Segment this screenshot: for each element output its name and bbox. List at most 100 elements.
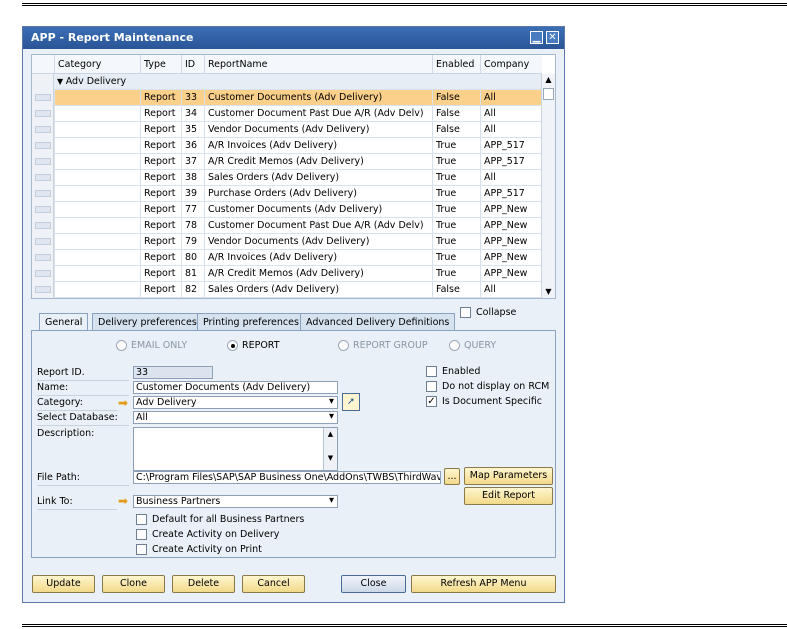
col-category[interactable]: Category — [54, 55, 140, 73]
tab-delivery-preferences[interactable]: Delivery preferences — [92, 313, 203, 331]
grid-header: Category Type ID ReportName Enabled Comp… — [32, 55, 542, 74]
map-parameters-button[interactable]: Map Parameters — [464, 467, 553, 485]
row-header[interactable] — [32, 90, 54, 106]
row-header[interactable] — [32, 234, 54, 250]
description-textarea[interactable]: ▲ ▼ — [133, 427, 338, 471]
cell-name: A/R Invoices (Adv Delivery) — [204, 250, 432, 266]
collapse-label: Collapse — [476, 307, 517, 318]
update-button[interactable]: Update — [32, 575, 95, 593]
activity-print-checkbox[interactable]: Create Activity on Print — [136, 544, 262, 555]
group-row[interactable]: ▼ Adv Delivery — [32, 74, 542, 90]
database-select[interactable]: All — [133, 411, 338, 424]
category-label: Category: — [37, 397, 83, 408]
cell-name: A/R Invoices (Adv Delivery) — [204, 138, 432, 154]
close-icon[interactable]: ✕ — [546, 31, 559, 44]
table-row[interactable]: Report 77 Customer Documents (Adv Delivery… — [32, 202, 542, 218]
cell-id: 78 — [181, 218, 204, 234]
row-header[interactable] — [32, 266, 54, 282]
cell-id: 38 — [181, 170, 204, 186]
radio-report-group[interactable]: REPORT GROUP — [338, 340, 428, 351]
clone-button[interactable]: Clone — [102, 575, 165, 593]
table-row[interactable]: Report 39 Purchase Orders (Adv Delivery) Tr… — [32, 186, 542, 202]
delete-button[interactable]: Delete — [172, 575, 235, 593]
file-path-field[interactable]: C:\Program Files\SAP\SAP Business One\Ad… — [133, 471, 441, 484]
cell-type: Report — [140, 170, 181, 186]
cell-category — [54, 106, 140, 122]
name-field[interactable]: Customer Documents (Adv Delivery) — [133, 381, 338, 394]
description-scrollbar[interactable]: ▲ ▼ — [323, 428, 337, 470]
table-row[interactable]: Report 33 Customer Documents (Adv Delivery… — [32, 90, 542, 106]
row-header[interactable] — [32, 170, 54, 186]
cell-company: APP_New — [480, 250, 542, 266]
table-row[interactable]: Report 38 Sales Orders (Adv Delivery) True A… — [32, 170, 542, 186]
row-header[interactable] — [32, 138, 54, 154]
cell-type: Report — [140, 202, 181, 218]
category-link-arrow-icon[interactable]: ➡ — [118, 397, 132, 409]
cell-enabled: False — [432, 106, 480, 122]
report-id-label: Report ID. — [37, 367, 85, 378]
cell-company: APP_New — [480, 234, 542, 250]
scroll-down-icon[interactable]: ▼ — [542, 287, 555, 296]
expand-triangle-icon[interactable]: ▼ — [57, 77, 66, 86]
cell-id: 79 — [181, 234, 204, 250]
doc-specific-checkbox[interactable]: ✓ Is Document Specific — [426, 396, 542, 407]
row-header[interactable] — [32, 282, 54, 298]
link-to-select[interactable]: Business Partners — [133, 495, 338, 508]
col-company[interactable]: Company — [480, 55, 542, 73]
browse-button[interactable]: ... — [444, 468, 460, 485]
grid-scrollbar[interactable]: ▲ ▼ — [541, 74, 555, 298]
collapse-box[interactable] — [460, 307, 471, 318]
row-header[interactable] — [32, 74, 54, 90]
table-row[interactable]: Report 35 Vendor Documents (Adv Delivery) F… — [32, 122, 542, 138]
col-enabled[interactable]: Enabled — [432, 55, 480, 73]
row-header[interactable] — [32, 106, 54, 122]
col-id[interactable]: ID — [181, 55, 204, 73]
top-rule — [22, 3, 787, 6]
minimize-icon[interactable]: ▁ — [530, 31, 543, 44]
category-select[interactable]: Adv Delivery — [133, 396, 338, 409]
table-row[interactable]: Report 81 A/R Credit Memos (Adv Delivery) T… — [32, 266, 542, 282]
scroll-up-icon[interactable]: ▲ — [542, 74, 555, 86]
cell-name: Customer Document Past Due A/R (Adv Delv… — [204, 218, 432, 234]
group-label[interactable]: ▼ Adv Delivery — [54, 74, 234, 90]
tab-advanced-delivery[interactable]: Advanced Delivery Definitions — [300, 313, 456, 331]
no-rcm-checkbox[interactable]: Do not display on RCM — [426, 381, 549, 392]
category-lookup-icon[interactable]: ➚ — [342, 393, 360, 411]
col-type[interactable]: Type — [140, 55, 181, 73]
row-header[interactable] — [32, 218, 54, 234]
cell-company: All — [480, 170, 542, 186]
table-row[interactable]: Report 82 Sales Orders (Adv Delivery) False… — [32, 282, 542, 298]
cell-id: 81 — [181, 266, 204, 282]
link-to-arrow-icon[interactable]: ➡ — [118, 495, 132, 507]
table-row[interactable]: Report 80 A/R Invoices (Adv Delivery) True A… — [32, 250, 542, 266]
enabled-checkbox[interactable]: Enabled — [426, 366, 480, 377]
row-header[interactable] — [32, 154, 54, 170]
table-row[interactable]: Report 79 Vendor Documents (Adv Delivery) T… — [32, 234, 542, 250]
scroll-thumb[interactable] — [543, 88, 554, 100]
row-header[interactable] — [32, 122, 54, 138]
activity-delivery-checkbox[interactable]: Create Activity on Delivery — [136, 529, 279, 540]
refresh-app-menu-button[interactable]: Refresh APP Menu — [411, 575, 556, 593]
row-header[interactable] — [32, 250, 54, 266]
row-header[interactable] — [32, 202, 54, 218]
title-bar: APP - Report Maintenance ▁ ✕ — [23, 27, 564, 49]
radio-query[interactable]: QUERY — [449, 340, 496, 351]
radio-report[interactable]: REPORT — [227, 340, 280, 351]
edit-report-button[interactable]: Edit Report — [464, 487, 553, 505]
cancel-button[interactable]: Cancel — [242, 575, 305, 593]
radio-email-only[interactable]: EMAIL ONLY — [116, 340, 187, 351]
table-row[interactable]: Report 36 A/R Invoices (Adv Delivery) True A… — [32, 138, 542, 154]
table-row[interactable]: Report 78 Customer Document Past Due A/R (… — [32, 218, 542, 234]
row-header[interactable] — [32, 186, 54, 202]
collapse-checkbox[interactable]: Collapse — [460, 307, 516, 318]
close-button[interactable]: Close — [341, 575, 406, 593]
cell-company: APP_New — [480, 202, 542, 218]
tab-printing-preferences[interactable]: Printing preferences — [197, 313, 305, 331]
cell-type: Report — [140, 154, 181, 170]
cell-type: Report — [140, 266, 181, 282]
col-reportname[interactable]: ReportName — [204, 55, 432, 73]
cell-id: 82 — [181, 282, 204, 298]
default-bp-checkbox[interactable]: Default for all Business Partners — [136, 514, 304, 525]
table-row[interactable]: Report 34 Customer Document Past Due A/R (… — [32, 106, 542, 122]
table-row[interactable]: Report 37 A/R Credit Memos (Adv Delivery) T… — [32, 154, 542, 170]
